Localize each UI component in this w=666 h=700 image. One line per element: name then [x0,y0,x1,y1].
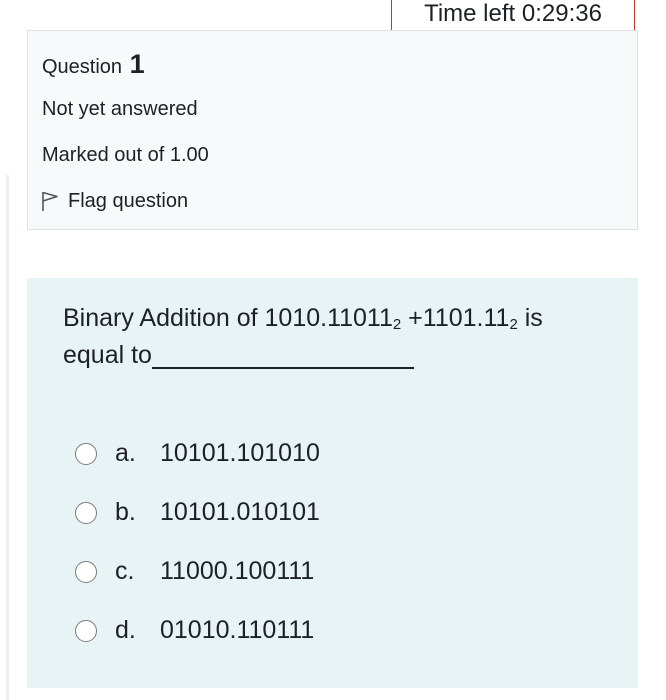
option-value: 11000.100111 [160,557,315,585]
flag-outline-icon [42,191,58,211]
question-heading: Question 1 [42,47,145,84]
option-c[interactable]: c. 11000.100111 [75,542,320,601]
page-left-rule [6,175,9,700]
answer-options: a. 10101.101010 b. 10101.010101 c. 11000… [75,424,320,660]
option-letter: c. [115,557,135,585]
flag-question-button[interactable]: Flag question [40,187,188,215]
base-subscript-1: 2 [392,316,402,333]
question-text-middle: +1101.11 [401,304,510,332]
question-text: Binary Addition of 1010.110112 +1101.112… [63,300,603,374]
radio-button-b[interactable] [75,501,97,524]
option-b[interactable]: b. 10101.010101 [75,483,320,542]
radio-button-c[interactable] [75,560,97,583]
option-letter: b. [115,498,136,526]
question-content: Binary Addition of 1010.110112 +1101.112… [27,278,638,688]
option-value: 01010.110111 [160,616,315,644]
question-info-panel: Question 1 Not yet answered Marked out o… [27,30,638,230]
flag-question-label: Flag question [68,190,189,212]
radio-button-a[interactable] [75,442,97,465]
question-text-prefix: Binary Addition of 1010.11011 [63,304,393,332]
option-value: 10101.101010 [160,439,320,467]
option-a[interactable]: a. 10101.101010 [75,424,320,483]
base-subscript-2: 2 [509,316,518,333]
timer-label: Time left [424,0,516,27]
question-number: 1 [129,49,145,79]
option-d[interactable]: d. 01010.110111 [75,601,320,660]
radio-button-d[interactable] [75,619,97,642]
option-value: 10101.010101 [160,498,320,526]
timer-value: 0:29:36 [521,0,602,27]
question-state: Not yet answered [42,98,198,120]
question-grade: Marked out of 1.00 [42,144,209,166]
option-letter: d. [115,616,136,644]
question-heading-label: Question [42,56,123,78]
option-letter: a. [115,439,136,467]
answer-blank-line [151,343,414,369]
